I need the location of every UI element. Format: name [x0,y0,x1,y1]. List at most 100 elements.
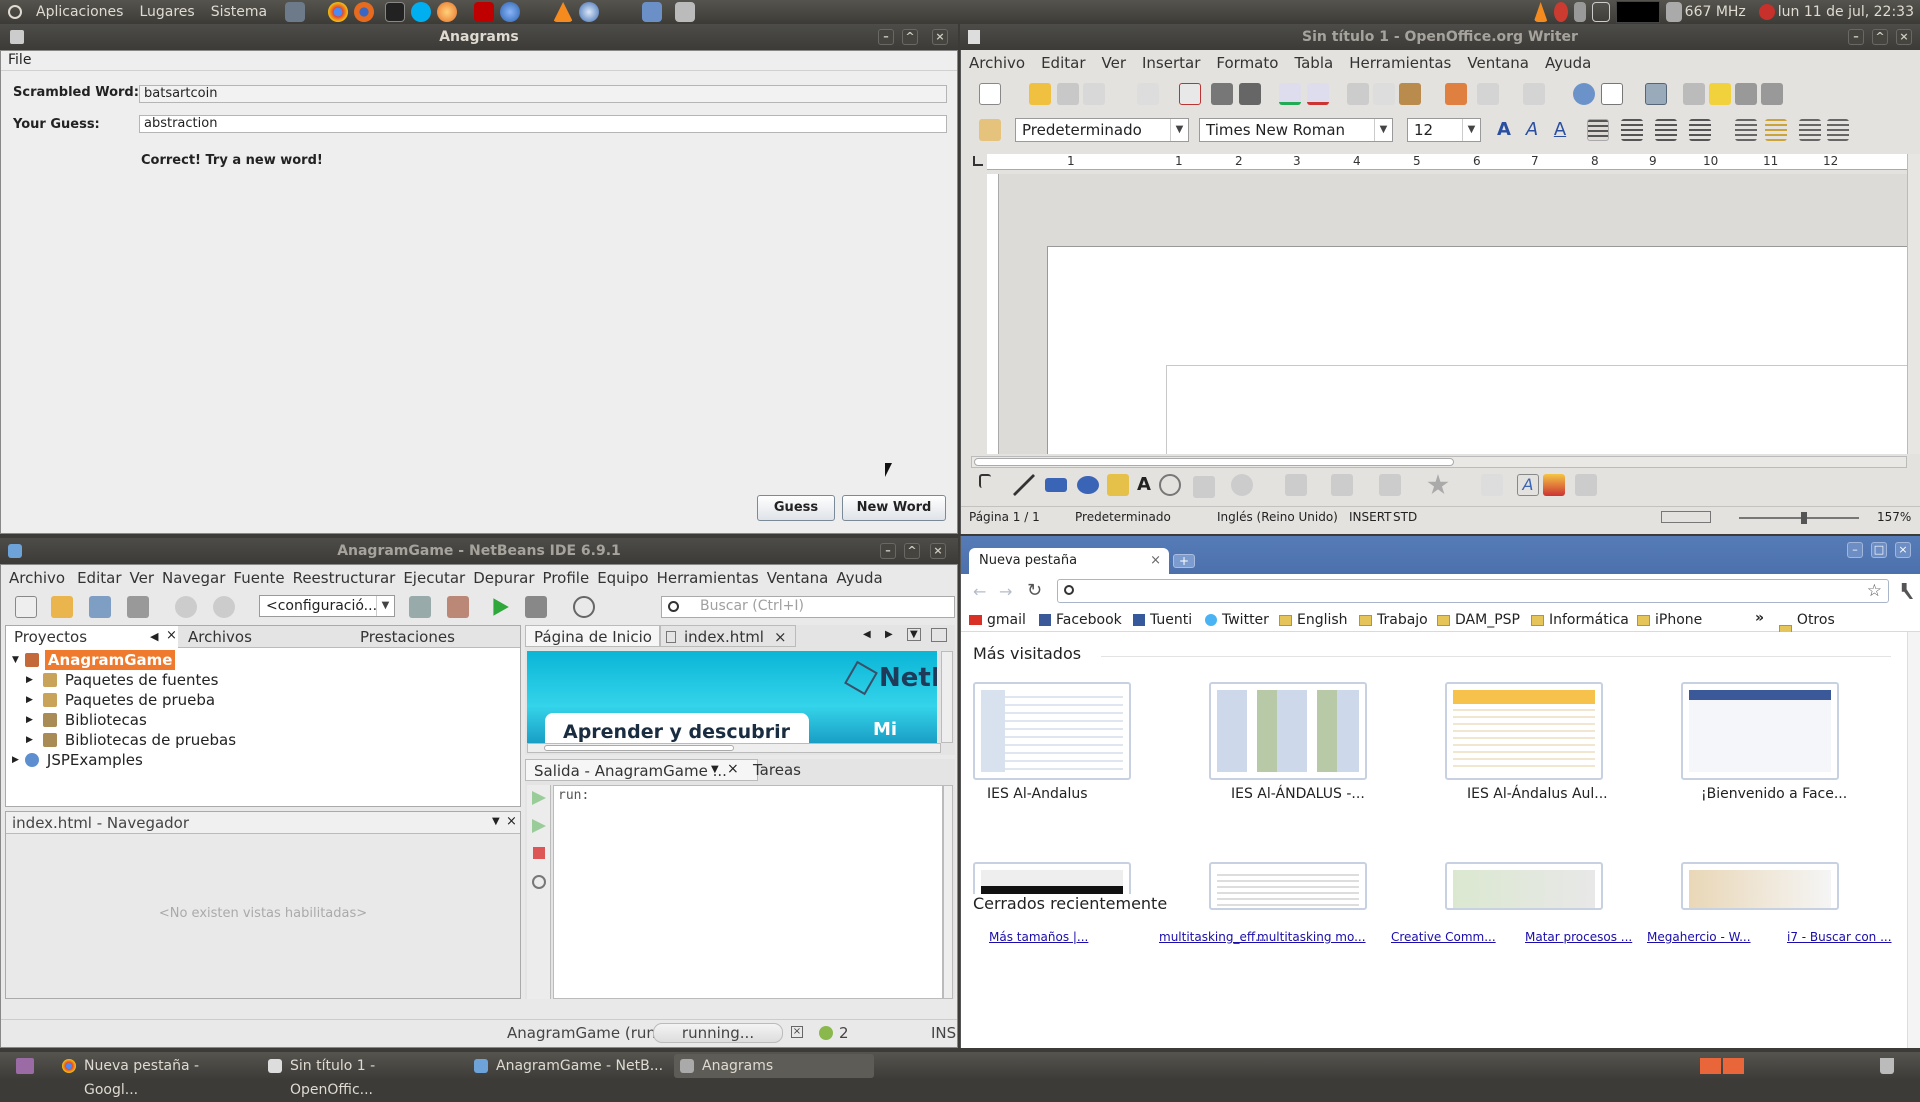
updates-tray-icon[interactable] [1553,2,1568,22]
format-paintbrush-icon[interactable] [1445,83,1467,105]
tab-start-page[interactable]: Página de Inicio [525,625,661,647]
fontwork-icon[interactable]: A [1517,474,1539,496]
tree-item[interactable]: ▶ Paquetes de prueba [26,690,215,710]
navigator-icon[interactable] [1709,83,1731,105]
status-selection[interactable]: STD [1393,507,1417,527]
font-size-combo[interactable]: 12 ▼ [1407,118,1481,142]
expand-arrow-icon[interactable]: ▶ [26,670,33,690]
bookmark-informatica[interactable]: Informática [1531,610,1629,630]
chrome-launcher-icon[interactable] [328,2,349,22]
save-all-icon[interactable] [127,596,149,618]
netbeans-close-button[interactable]: × [930,543,946,559]
tab-tareas[interactable]: Tareas [745,759,809,781]
new-project-icon[interactable] [51,596,73,618]
freeform-icon[interactable] [1107,474,1129,496]
stars-icon[interactable] [1427,474,1449,495]
nb-menu-ayuda[interactable]: Ayuda [832,569,886,587]
open-project-icon[interactable] [89,596,111,618]
editor-vscroll[interactable] [941,651,953,743]
show-draw-functions-icon[interactable] [1645,83,1667,105]
nb-menu-ejecutar[interactable]: Ejecutar [399,569,469,587]
callouts-icon[interactable] [1379,474,1401,496]
settings-icon[interactable] [532,875,546,889]
terminal-launcher-icon[interactable] [385,2,406,22]
bluetooth-tray-icon[interactable] [1573,2,1586,22]
email-icon[interactable] [1083,83,1105,105]
taskbar-item-anagrams[interactable]: Anagrams [674,1054,874,1078]
dropdown-icon[interactable]: ▼ [711,764,719,775]
nb-menu-equipo[interactable]: Equipo [593,569,652,587]
bookmark-english[interactable]: English [1279,610,1348,630]
scroll-right-icon[interactable]: ▶ [885,629,893,640]
close-tab-icon[interactable]: × [1150,548,1161,574]
minimize-button[interactable]: – [878,29,894,45]
chrome-tab-active[interactable]: Nueva pestaña × [969,548,1169,574]
chrome-close-button[interactable]: × [1895,542,1911,558]
thumbnail-site-8[interactable] [1681,862,1839,910]
recent-item[interactable]: i7 - Buscar con ... [1787,930,1892,944]
search-launcher-icon[interactable] [675,2,696,22]
editor-hscroll[interactable] [527,743,941,753]
maximize-button[interactable]: ^ [902,29,918,45]
firefox-launcher-icon[interactable] [354,2,375,22]
status-insert[interactable]: INSERT [1349,507,1392,527]
configuration-combo[interactable]: <configuració... ▼ [259,595,395,617]
copy-icon[interactable] [1373,83,1395,105]
writer-menu-insertar[interactable]: Insertar [1134,54,1208,72]
clock[interactable]: lun 11 de jul, 22:33 [1778,4,1914,20]
flowchart-icon[interactable] [1331,474,1353,496]
redo-icon[interactable] [213,596,235,618]
menu-sistema[interactable]: Sistema [203,4,275,20]
reload-icon[interactable]: ↻ [1027,580,1042,601]
writer-maximize-button[interactable]: ^ [1872,29,1888,45]
bullets-icon[interactable] [1765,119,1787,141]
tab-index-html[interactable]: index.html × [659,625,796,647]
cancel-process-icon[interactable]: × [791,1026,803,1038]
writer-menu-tabla[interactable]: Tabla [1286,54,1341,72]
close-tab-icon[interactable]: × [774,628,787,646]
align-left-icon[interactable] [1587,119,1609,141]
tree-root-project[interactable]: ▼ AnagramGame [12,650,176,670]
nb-search-box[interactable]: Buscar (Ctrl+I) [661,596,955,618]
close-button[interactable]: × [932,29,948,45]
learn-discover-tab[interactable]: Aprender y descubrir [545,713,809,743]
view-layout-icon[interactable] [1661,511,1711,523]
close-tab-icon[interactable]: × [166,628,177,643]
bookmark-gmail[interactable]: gmail [969,610,1026,630]
paragraph-style-combo[interactable]: Predeterminado ▼ [1015,118,1189,142]
horizontal-ruler[interactable]: 1 1 2 3 4 5 6 7 8 9 10 11 12 [973,154,1907,170]
tree-item[interactable]: ▶ Bibliotecas [26,710,147,730]
thumbnail-site-6[interactable] [1209,862,1367,910]
globe-launcher-icon[interactable] [500,2,521,22]
virtualbox-launcher-icon[interactable] [642,2,663,22]
select-arrow-icon[interactable] [979,474,991,488]
underline-icon[interactable]: A [1549,119,1571,141]
vlc-tray-icon[interactable] [1533,2,1548,22]
document-page[interactable] [1047,246,1907,454]
writer-menu-herramientas[interactable]: Herramientas [1341,54,1459,72]
netbeans-minimize-button[interactable]: – [880,543,896,559]
writer-menu-ver[interactable]: Ver [1094,54,1135,72]
thumbnail-facebook[interactable] [1681,682,1839,780]
expand-arrow-icon[interactable]: ▶ [12,750,19,770]
align-right-icon[interactable] [1655,119,1677,141]
block-arrows-icon[interactable] [1285,474,1307,496]
rerun-icon[interactable] [532,791,546,805]
build-hammer-icon[interactable] [409,596,431,618]
output-console[interactable]: run: [553,785,943,999]
tree-item[interactable]: ▶ JSPExamples [12,750,143,770]
recent-item[interactable]: multitasking mo... [1257,930,1366,944]
nb-menu-ventana[interactable]: Ventana [763,569,833,587]
my-netbeans-tab[interactable]: Mi Net [873,719,937,743]
taskbar-item-chrome[interactable]: Nueva pestaña - Googl... [56,1054,256,1098]
scroll-thumb[interactable] [544,745,734,751]
writer-menu-archivo[interactable]: Archivo [961,54,1033,72]
recent-item[interactable]: Matar procesos ... [1525,930,1632,944]
callout-icon[interactable] [1159,474,1181,496]
ellipse-icon[interactable] [1077,476,1099,494]
tree-item[interactable]: ▶ Paquetes de fuentes [26,670,218,690]
align-center-icon[interactable] [1621,119,1643,141]
bookmark-trabajo[interactable]: Trabajo [1359,610,1428,630]
nb-menu-fuente[interactable]: Fuente [229,569,288,587]
extrusion-icon[interactable] [1575,474,1597,496]
